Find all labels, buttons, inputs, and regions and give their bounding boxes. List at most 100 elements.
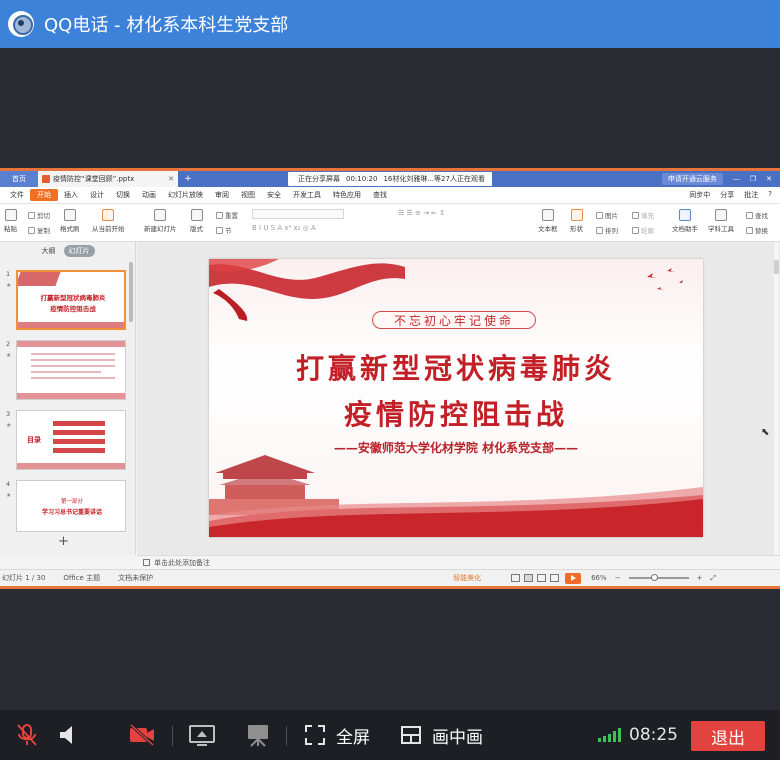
play-from-current-label: 从当前开始 (92, 225, 125, 233)
font-name-field[interactable] (252, 209, 344, 219)
reset-button[interactable]: 重置 (216, 210, 238, 220)
menu-file[interactable]: 文件 (4, 190, 30, 200)
panel-scrollbar[interactable] (129, 262, 133, 322)
find-button[interactable]: 查找 (746, 210, 768, 220)
shape-icon (570, 209, 583, 221)
textbox-button[interactable]: 文本框 (538, 209, 558, 233)
screen-share-stop-button[interactable] (244, 710, 272, 760)
minimize-icon[interactable]: — (733, 175, 740, 183)
qq-avatar-icon (8, 11, 34, 37)
paragraph-buttons[interactable]: ☰ ☰ ≡ ⇥ ⇤ ↕ (398, 209, 518, 219)
tab-document[interactable]: 疫情防控“课堂回顾”.pptx ✕ (38, 171, 178, 187)
play-from-current-button[interactable]: 从当前开始 (92, 209, 125, 233)
textbox-label: 文本框 (538, 225, 558, 233)
fit-window-icon[interactable]: ⤢ (710, 574, 716, 583)
close-window-icon[interactable]: ✕ (766, 175, 772, 183)
menu-security[interactable]: 安全 (261, 190, 287, 200)
zoom-slider[interactable] (628, 574, 689, 581)
outline-button[interactable]: 轮廓 (632, 225, 654, 235)
slide-counter: 幻灯片 1 / 30 (2, 574, 46, 582)
normal-view-icon[interactable] (524, 574, 534, 582)
replace-button[interactable]: 替换 (746, 225, 768, 235)
mute-mic-button[interactable] (14, 710, 40, 760)
animation-star-icon: ★ (6, 492, 12, 499)
menu-search[interactable]: 查找 (367, 190, 393, 200)
picture-in-picture-button[interactable]: 画中画 (400, 710, 483, 760)
font-style-buttons[interactable]: B I U S A x² x₂ ◎ A (252, 224, 382, 234)
copy-label: 复制 (37, 227, 50, 235)
new-tab-button[interactable]: + (178, 174, 198, 184)
share-status: 正在分享屏幕 (298, 175, 340, 183)
footer-band (17, 393, 125, 399)
pptx-file-icon (42, 175, 50, 183)
menu-animation[interactable]: 动画 (136, 190, 162, 200)
camera-off-button[interactable] (128, 710, 156, 760)
doc-assistant-button[interactable]: 文档助手 (672, 209, 698, 233)
share-button[interactable]: 分享 (720, 190, 734, 200)
menu-transition[interactable]: 切换 (110, 190, 136, 200)
protection-status[interactable]: 文档未保护 (118, 573, 153, 583)
menu-design[interactable]: 设计 (84, 190, 110, 200)
zoom-out-icon[interactable]: − (615, 574, 621, 582)
smart-beautify-button[interactable]: 智能美化 (453, 573, 481, 583)
menu-home[interactable]: 开始 (30, 189, 58, 201)
menu-review[interactable]: 审阅 (209, 190, 235, 200)
screen-share-button[interactable] (188, 710, 216, 760)
zoom-level[interactable]: 66% (591, 574, 607, 582)
reading-view-icon[interactable] (550, 574, 560, 582)
play-slideshow-button[interactable] (565, 572, 582, 584)
close-tab-icon[interactable]: ✕ (168, 175, 174, 183)
sorter-view-icon[interactable] (537, 574, 547, 582)
status-bar: 幻灯片 1 / 30 Office 主题 文档未保护 智能美化 66% − + … (0, 569, 780, 586)
menu-insert[interactable]: 插入 (58, 190, 84, 200)
fullscreen-button[interactable]: 全屏 (304, 710, 370, 760)
current-slide[interactable]: 不忘初心牢记使命 打赢新型冠状病毒肺炎 疫情防控阻击战 ——安徽师范大学化材学院… (209, 259, 703, 537)
layout-label: 版式 (190, 225, 203, 233)
cloud-service-button[interactable]: 申请开通云服务 (661, 173, 723, 185)
part-label: 第一部分 (60, 499, 83, 505)
picture-button[interactable]: 图片 (596, 210, 618, 220)
speaker-button[interactable] (58, 710, 80, 760)
exit-call-button[interactable]: 退出 (691, 721, 765, 751)
zoom-slider-knob[interactable] (650, 574, 658, 581)
tab-outline[interactable]: 大纲 (42, 246, 56, 256)
paste-button[interactable]: 粘贴 (4, 209, 17, 233)
thumbnail-slide-4[interactable]: 第一部分 学习习总书记重要讲话 (16, 480, 126, 532)
thumbnail-slide-1[interactable]: 打赢新型冠状病毒肺炎 疫情防控阻击战 (16, 270, 126, 330)
shape-button[interactable]: 形状 (570, 209, 583, 233)
help-button[interactable]: ? (768, 190, 772, 200)
new-slide-button[interactable]: 新建幻灯片 (144, 209, 177, 233)
notes-icon (143, 559, 150, 566)
format-painter-label: 格式刷 (60, 225, 80, 233)
thumbnail-slide-2[interactable] (16, 340, 126, 400)
subject-tools-button[interactable]: 学科工具 (708, 209, 734, 233)
cut-button[interactable]: 剪切 (28, 210, 50, 220)
format-painter-button[interactable]: 格式刷 (60, 209, 80, 233)
menu-slideshow[interactable]: 幻灯片放映 (162, 190, 209, 200)
fill-button[interactable]: 填充 (632, 210, 654, 220)
thumbnail-number: 4 (6, 480, 11, 488)
tab-slides[interactable]: 幻灯片 (63, 245, 95, 257)
menu-view[interactable]: 视图 (235, 190, 261, 200)
thumbnail-slide-3[interactable]: 目录 (16, 410, 126, 470)
menu-developer[interactable]: 开发工具 (287, 190, 327, 200)
scrollbar-thumb[interactable] (774, 260, 779, 274)
canvas-scrollbar[interactable] (774, 242, 779, 555)
network-status: 08:25 (598, 710, 678, 760)
add-slide-button[interactable]: + (58, 534, 69, 549)
layout-button[interactable]: 版式 (190, 209, 203, 233)
mic-off-icon (17, 724, 37, 746)
zoom-in-icon[interactable]: + (697, 574, 703, 582)
notes-bar[interactable]: 单击此处添加备注 (137, 555, 780, 569)
thumbnail-number: 2 (6, 340, 11, 348)
notes-view-icon[interactable] (511, 574, 521, 582)
copy-button[interactable]: 复制 (28, 225, 50, 235)
arrange-button[interactable]: 排列 (596, 225, 618, 235)
comment-button[interactable]: 批注 (744, 190, 758, 200)
sync-status[interactable]: 同步中 (689, 190, 710, 200)
picture-in-picture-icon (401, 726, 421, 744)
restore-icon[interactable]: ❐ (750, 175, 756, 183)
menu-features[interactable]: 特色应用 (327, 190, 367, 200)
section-button[interactable]: 节 (216, 225, 232, 235)
tab-home[interactable]: 首页 (0, 171, 38, 187)
